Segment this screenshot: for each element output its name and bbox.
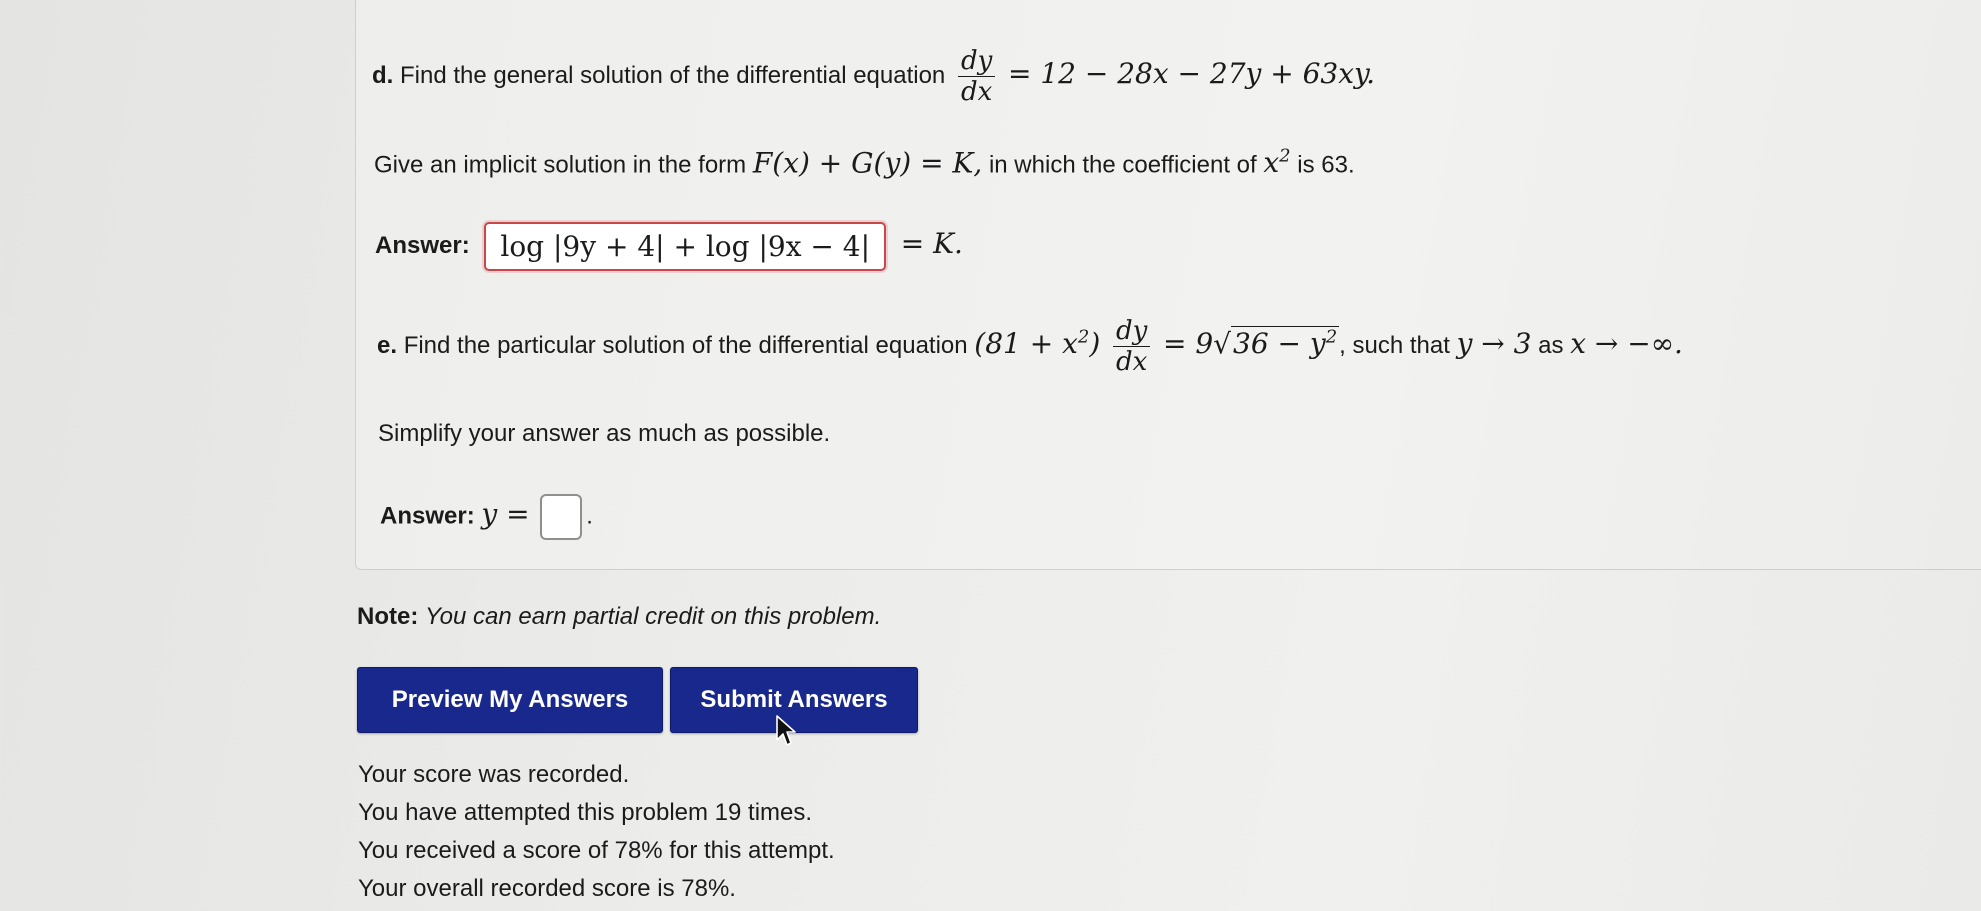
condition-prefix: , such that — [1339, 331, 1450, 359]
answer-d-row: Answer: log |9y + 4| + log |9x − 4| = K. — [375, 222, 963, 271]
part-e-coeff: = 9 — [1162, 326, 1214, 360]
instruction-var: x2 — [1263, 146, 1290, 179]
partial-credit-note: Note: You can earn partial credit on thi… — [357, 603, 881, 631]
answer-e-suffix: . — [586, 502, 593, 530]
answer-e-lhs: y = — [481, 497, 530, 531]
part-e-lhs-factor: (81 + x — [974, 326, 1078, 360]
condition-x: x → −∞. — [1570, 326, 1683, 360]
instruction-text-mid: in which the coefficient of — [988, 151, 1257, 179]
part-e-rhs: = 9√36 − y2 — [1162, 325, 1340, 360]
instruction-form: F(x) + G(y) = K, — [752, 146, 983, 180]
radicand-text: 36 − y — [1233, 326, 1326, 360]
webwork-problem-page: d. Find the general solution of the diff… — [0, 0, 1981, 911]
answer-e-row: Answer: y = . — [380, 494, 593, 540]
instruction-text-after: is 63. — [1297, 151, 1355, 179]
answer-e-label: Answer: — [380, 502, 475, 530]
answer-e-input[interactable] — [540, 494, 583, 540]
part-e-frac-num: dy — [1115, 316, 1148, 346]
part-e-question: e. Find the particular solution of the d… — [377, 316, 1683, 377]
part-e-text: Find the particular solution of the diff… — [403, 331, 968, 359]
score-line-attempt-score: You received a score of 78% for this att… — [358, 837, 835, 864]
instruction-var-x: x — [1263, 146, 1280, 180]
score-line-recorded: Your score was recorded. — [358, 761, 630, 788]
condition-y: y → 3 — [1456, 326, 1532, 360]
part-e-lhs: (81 + x2) — [974, 327, 1100, 360]
instruction-var-exp: 2 — [1279, 146, 1291, 167]
note-label: Note: — [357, 603, 419, 630]
part-d-frac-den: dx — [957, 76, 996, 107]
part-e-instruction: Simplify your answer as much as possible… — [378, 420, 831, 447]
note-text: You can earn partial credit on this prob… — [425, 603, 882, 630]
part-e-lhs-close: ) — [1089, 326, 1101, 360]
preview-answers-button[interactable]: Preview My Answers — [357, 667, 663, 733]
score-line-overall: Your overall recorded score is 78%. — [358, 875, 736, 902]
part-d-question: d. Find the general solution of the diff… — [372, 46, 1375, 107]
mouse-pointer-icon — [776, 715, 796, 746]
part-d-frac-num: dy — [960, 46, 993, 76]
sqrt-radicand: 36 − y2 — [1231, 325, 1340, 360]
part-e-frac-den: dx — [1112, 346, 1151, 377]
part-d-instruction: Give an implicit solution in the form F(… — [374, 146, 1355, 179]
answer-d-suffix: = K. — [900, 226, 963, 260]
part-d-derivative: dy dx — [957, 46, 996, 107]
instruction-text-before: Give an implicit solution in the form — [374, 151, 747, 179]
part-e-derivative: dy dx — [1112, 316, 1151, 377]
part-d-rhs: = 12 − 28x − 27y + 63xy. — [1007, 56, 1376, 90]
score-messages: Your score was recorded. You have attemp… — [358, 756, 835, 908]
answer-d-input[interactable]: log |9y + 4| + log |9x − 4| — [484, 222, 887, 271]
part-d-label: d. — [372, 61, 394, 89]
part-e-lhs-exp: 2 — [1077, 326, 1090, 348]
answer-d-label: Answer: — [375, 231, 470, 259]
condition-mid: as — [1538, 331, 1564, 359]
radicand-exp: 2 — [1325, 326, 1338, 348]
part-d-text: Find the general solution of the differe… — [400, 61, 946, 89]
score-line-attempts: You have attempted this problem 19 times… — [358, 799, 813, 826]
sqrt-symbol: √36 − y2 — [1213, 325, 1340, 360]
part-e-label: e. — [377, 331, 398, 359]
